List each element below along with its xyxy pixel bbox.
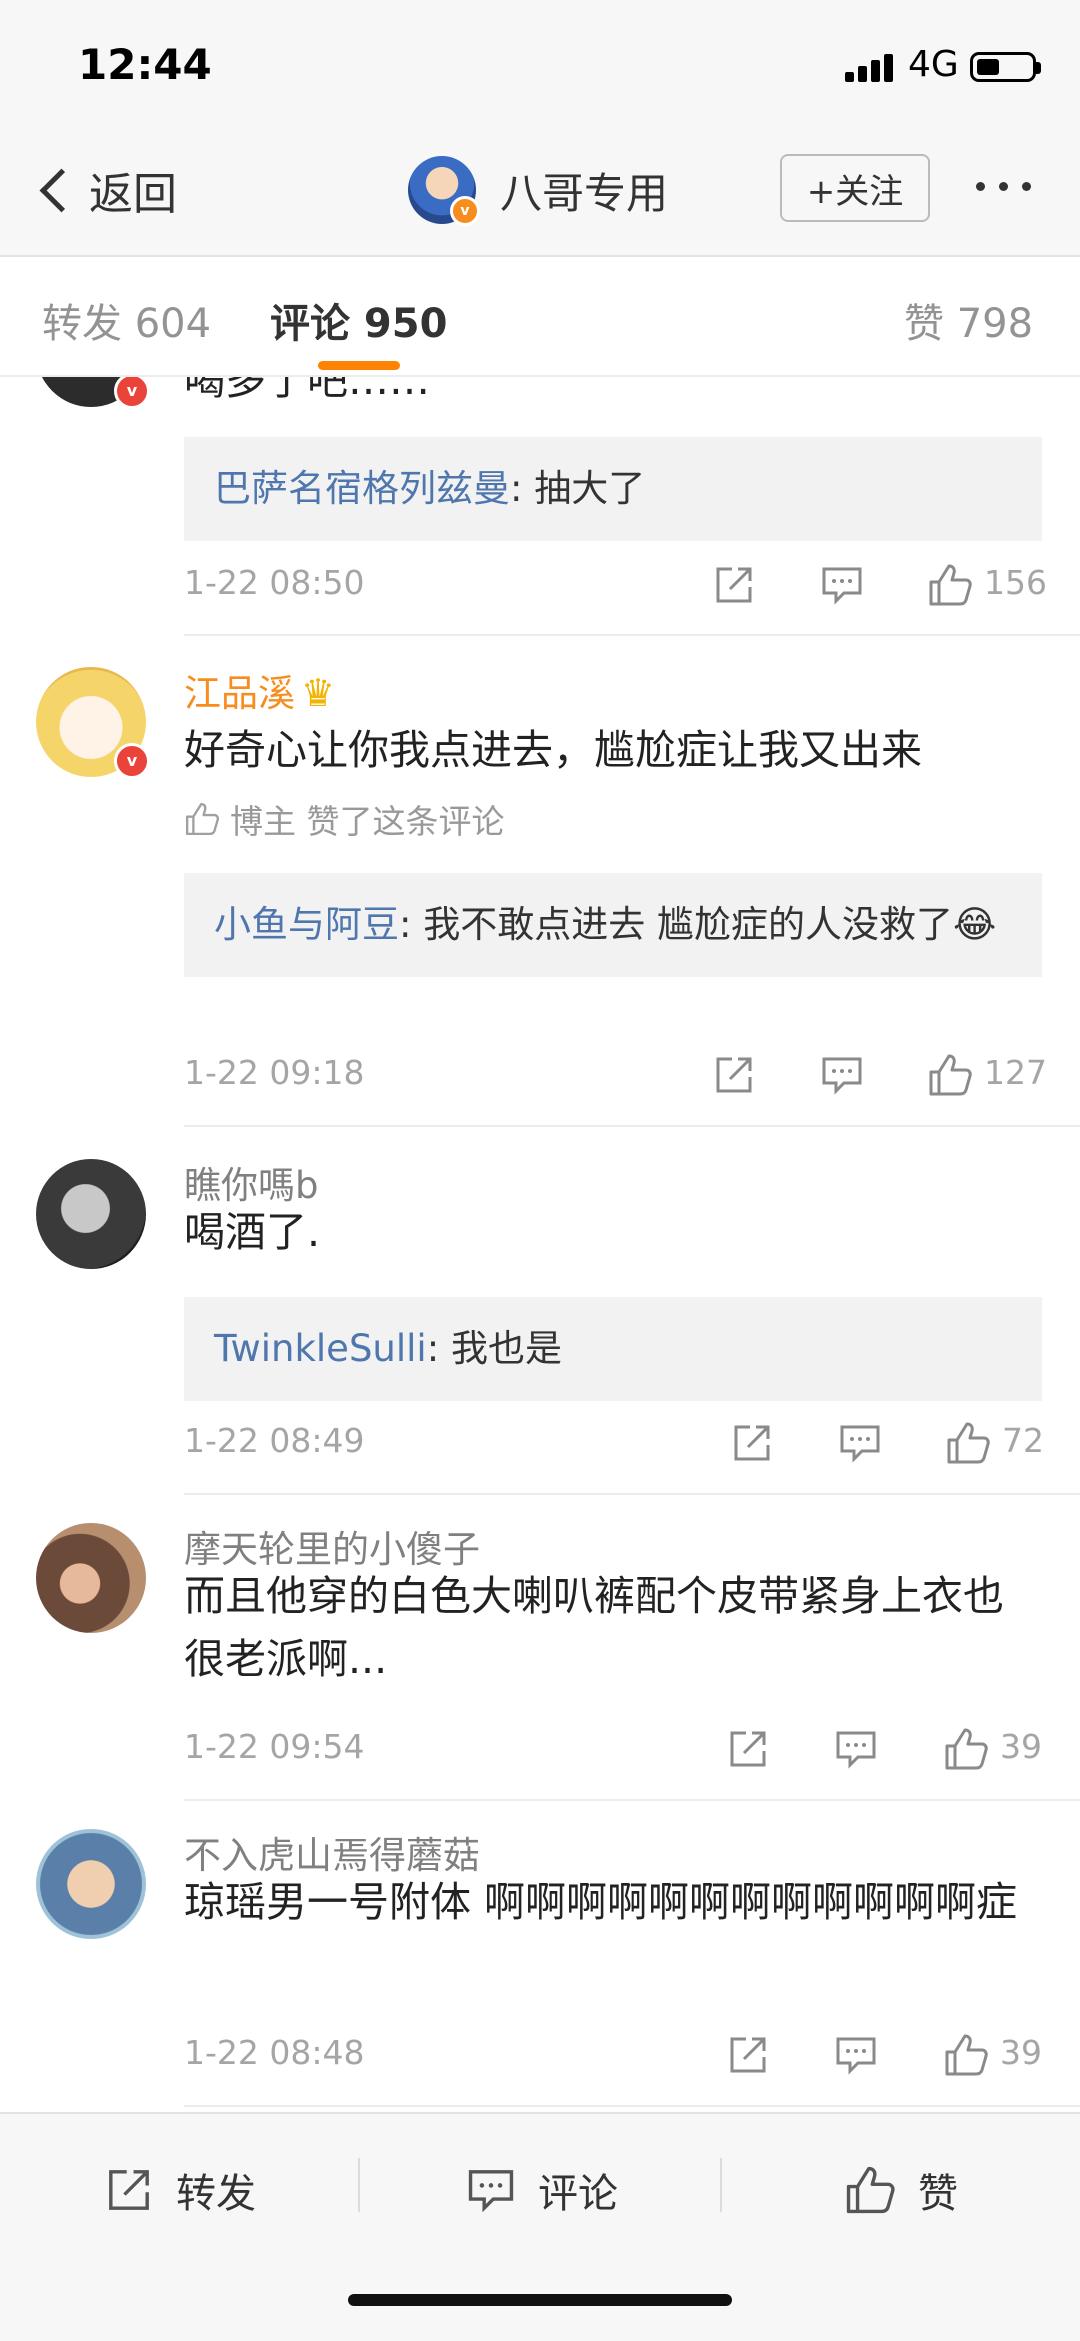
like-icon xyxy=(846,2166,895,2214)
like-label: 赞 xyxy=(918,2171,958,2217)
username[interactable]: 江品溪 ♛ xyxy=(184,663,335,717)
comment-label: 评论 xyxy=(538,2171,618,2217)
comment-meta: 1-22 08:50 156 xyxy=(184,555,1047,615)
tab-bar: 转发 604 评论 950 赞 798 xyxy=(0,257,1080,377)
share-icon xyxy=(109,2170,149,2210)
reply-box[interactable]: 巴萨名宿格列兹曼: 抽大了 xyxy=(184,437,1042,541)
like-count: 72 xyxy=(1002,1421,1044,1460)
comment-icon[interactable] xyxy=(826,1719,886,1779)
status-bar: 12:44 4G xyxy=(0,0,1080,140)
tab-likes[interactable]: 赞 798 xyxy=(904,291,1033,349)
divider xyxy=(184,1125,1080,1127)
avatar[interactable]: v xyxy=(36,667,150,779)
author-name: 八哥专用 xyxy=(500,168,669,218)
reply-user[interactable]: TwinkleSulli xyxy=(214,1327,427,1370)
share-icon[interactable] xyxy=(718,2025,778,2085)
reply-text: : 抽大了 xyxy=(510,467,646,510)
author-header[interactable]: v 八哥专用 xyxy=(408,152,668,228)
share-icon[interactable] xyxy=(722,1413,782,1473)
comment-time: 1-22 08:49 xyxy=(184,1421,365,1460)
reply-user[interactable]: 小鱼与阿豆 xyxy=(214,903,399,946)
active-tab-indicator xyxy=(318,361,400,370)
like-button[interactable]: 赞 xyxy=(844,2154,958,2226)
home-indicator[interactable] xyxy=(348,2294,732,2306)
tab-repost[interactable]: 转发 604 xyxy=(42,291,211,349)
verified-badge-icon: v xyxy=(114,377,150,409)
comment-text: 好奇心让你我点进去，尴尬症让我又出来 xyxy=(184,726,922,774)
reply-box[interactable]: 小鱼与阿豆: 我不敢点进去 尴尬症的人没救了😂 xyxy=(184,873,1042,977)
network-type: 4G xyxy=(908,44,959,85)
author-liked-note: 博主 赞了这条评论 xyxy=(184,795,505,843)
comment-meta: 1-22 09:54 39 xyxy=(184,1719,1042,1779)
comment-text: 琼瑶男一号附体 啊啊啊啊啊啊啊啊啊啊啊啊症 xyxy=(184,1878,1018,1926)
comment-time: 1-22 08:50 xyxy=(184,563,365,602)
divider xyxy=(184,2105,1080,2107)
comment-list[interactable]: v 喝多了吧…… 巴萨名宿格列兹曼: 抽大了 1-22 08:50 156 v … xyxy=(0,377,1080,2112)
chevron-left-icon xyxy=(39,168,84,212)
repost-label: 转发 xyxy=(176,2171,256,2217)
reply-user[interactable]: 巴萨名宿格列兹曼 xyxy=(214,467,510,510)
bottom-toolbar: 转发 评论 赞 xyxy=(0,2112,1080,2341)
reply-text: : 我不敢点进去 尴尬症的人没救了😂 xyxy=(399,903,997,946)
follow-button[interactable]: +关注 xyxy=(780,154,930,222)
signal-icon xyxy=(845,52,895,82)
comment-text: 喝酒了. xyxy=(184,1208,321,1256)
comment-icon[interactable] xyxy=(812,555,872,615)
share-icon[interactable] xyxy=(704,555,764,615)
back-label: 返回 xyxy=(89,169,177,220)
comment-time: 1-22 09:18 xyxy=(184,1053,365,1092)
like-icon[interactable] xyxy=(938,1413,998,1473)
like-icon[interactable] xyxy=(936,1719,996,1779)
tab-comments[interactable]: 评论 950 xyxy=(270,291,447,349)
like-icon[interactable] xyxy=(920,1045,980,1105)
divider xyxy=(184,1799,1080,1801)
comment-icon xyxy=(468,2170,514,2213)
author-liked-text: 博主 赞了这条评论 xyxy=(230,802,505,841)
back-button[interactable]: 返回 xyxy=(32,160,177,220)
comment-time: 1-22 08:48 xyxy=(184,2033,365,2072)
like-count: 156 xyxy=(984,563,1047,602)
comment-icon[interactable] xyxy=(830,1413,890,1473)
divider xyxy=(720,2158,722,2212)
comment-meta: 1-22 09:18 127 xyxy=(184,1045,1047,1105)
reply-box[interactable]: TwinkleSulli: 我也是 xyxy=(184,1297,1042,1401)
avatar[interactable] xyxy=(36,1523,146,1633)
verified-badge-icon: v xyxy=(450,196,480,226)
reply-text: : 我也是 xyxy=(426,1327,562,1370)
like-count: 127 xyxy=(984,1053,1047,1092)
battery-icon xyxy=(970,52,1036,82)
like-count: 39 xyxy=(1000,2033,1042,2072)
share-icon[interactable] xyxy=(718,1719,778,1779)
like-count: 39 xyxy=(1000,1727,1042,1766)
comment-meta: 1-22 08:49 72 xyxy=(184,1413,1044,1473)
avatar[interactable]: v xyxy=(36,377,150,409)
status-time: 12:44 xyxy=(78,40,212,89)
verified-badge-icon: v xyxy=(114,743,150,779)
avatar[interactable] xyxy=(36,1159,146,1269)
repost-button[interactable]: 转发 xyxy=(104,2154,256,2226)
like-icon[interactable] xyxy=(936,2025,996,2085)
battery-cap xyxy=(1036,62,1041,74)
comment-text: 而且他穿的白色大喇叭裤配个皮带紧身上衣也很老派啊... xyxy=(184,1572,1004,1683)
more-icon[interactable] xyxy=(976,182,1031,191)
comment-icon[interactable] xyxy=(812,1045,872,1105)
divider xyxy=(184,634,1080,636)
comment-text: 喝多了吧…… xyxy=(184,377,430,404)
like-icon[interactable] xyxy=(920,555,980,615)
nav-bar: 返回 v 八哥专用 +关注 xyxy=(0,140,1080,257)
divider xyxy=(184,1493,1080,1495)
like-icon xyxy=(185,802,220,836)
crown-icon: ♛ xyxy=(301,671,336,715)
comment-meta: 1-22 08:48 39 xyxy=(184,2025,1042,2085)
share-icon[interactable] xyxy=(704,1045,764,1105)
divider xyxy=(358,2158,360,2212)
author-avatar[interactable]: v xyxy=(408,156,480,226)
avatar[interactable] xyxy=(36,1829,146,1939)
comment-button[interactable]: 评论 xyxy=(466,2154,618,2226)
comment-time: 1-22 09:54 xyxy=(184,1727,365,1766)
comment-icon[interactable] xyxy=(826,2025,886,2085)
